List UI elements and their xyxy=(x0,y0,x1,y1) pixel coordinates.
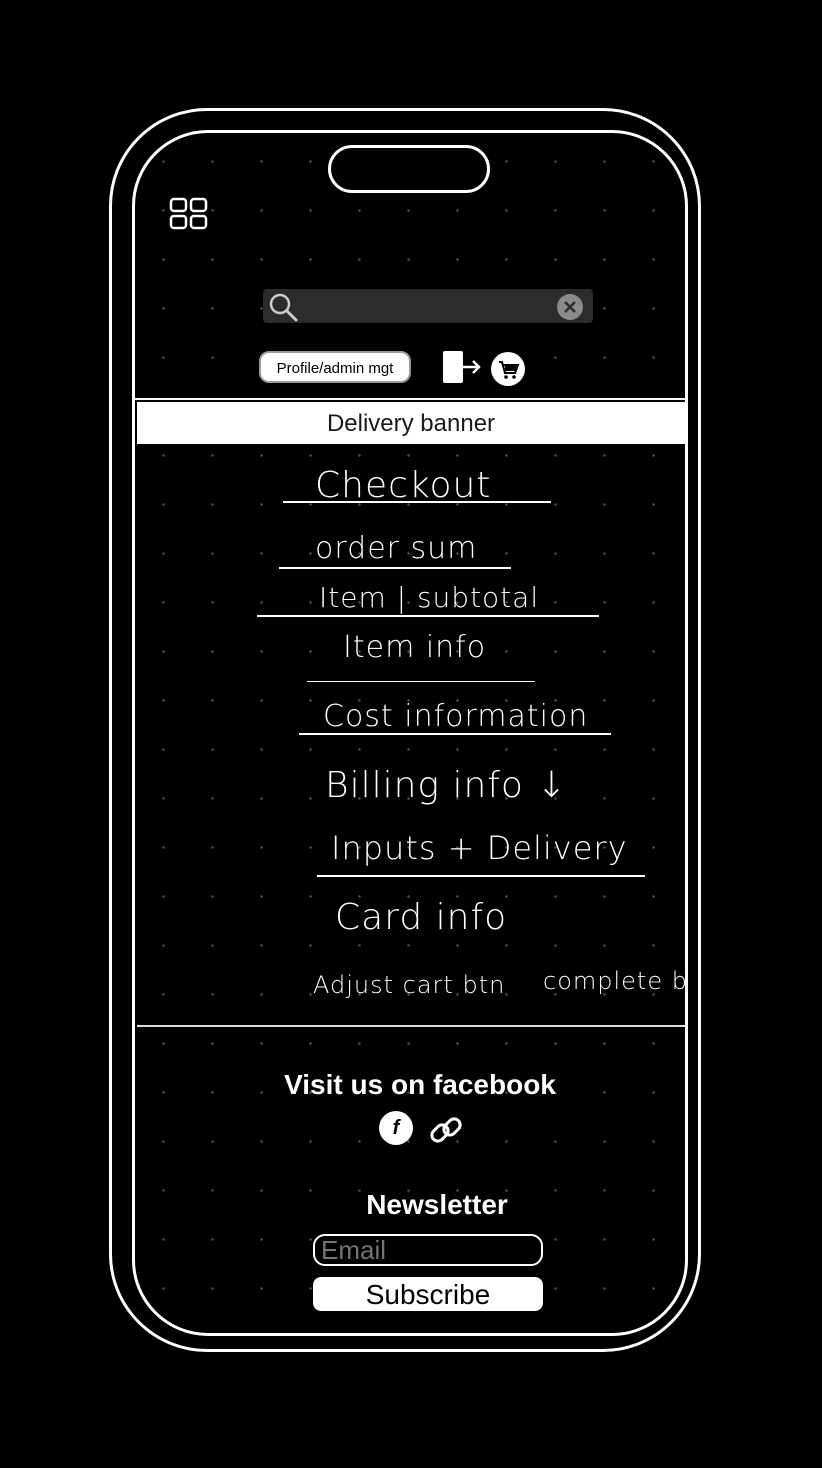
inputs-delivery-label: Inputs + Delivery xyxy=(331,829,628,867)
subscribe-button[interactable]: Subscribe xyxy=(313,1277,543,1311)
search-icon[interactable] xyxy=(267,291,299,323)
item-info-label: Item info xyxy=(343,630,487,665)
facebook-title: Visit us on facebook xyxy=(284,1069,556,1100)
cost-information-underline xyxy=(299,733,611,735)
footer-divider xyxy=(137,1025,685,1027)
logout-icon[interactable] xyxy=(441,349,485,385)
order-sum-underline xyxy=(279,567,511,569)
billing-info-label: Billing info ↓ xyxy=(325,765,568,806)
link-icon[interactable] xyxy=(427,1111,467,1151)
complete-button-sketch[interactable]: complete btn xyxy=(543,967,685,995)
email-field[interactable] xyxy=(313,1234,543,1266)
item-subtotal-label: Item | subtotal xyxy=(319,581,540,614)
phone-notch xyxy=(328,145,490,193)
facebook-icon[interactable]: f xyxy=(379,1111,413,1145)
search-input[interactable] xyxy=(263,289,593,323)
card-info-label: Card info xyxy=(335,897,508,938)
checkout-underline xyxy=(283,501,551,503)
newsletter-title: Newsletter xyxy=(366,1189,508,1220)
header-divider xyxy=(135,398,685,400)
inputs-delivery-underline xyxy=(317,875,645,877)
clear-icon[interactable] xyxy=(556,293,584,321)
phone-screen: Profile/admin mgt Delivery banner Checko… xyxy=(132,130,688,1336)
delivery-banner: Delivery banner xyxy=(137,402,685,444)
item-subtotal-underline xyxy=(257,615,599,617)
cart-icon[interactable] xyxy=(490,351,526,387)
checkout-title: Checkout xyxy=(315,465,492,506)
item-info-underline xyxy=(307,681,535,682)
profile-admin-button[interactable]: Profile/admin mgt xyxy=(259,351,411,383)
grid-icon[interactable] xyxy=(169,197,209,231)
order-sum-label: order sum xyxy=(315,531,478,566)
adjust-cart-button-sketch[interactable]: Adjust cart btn xyxy=(313,971,505,999)
cost-information-label: Cost information xyxy=(323,699,589,734)
